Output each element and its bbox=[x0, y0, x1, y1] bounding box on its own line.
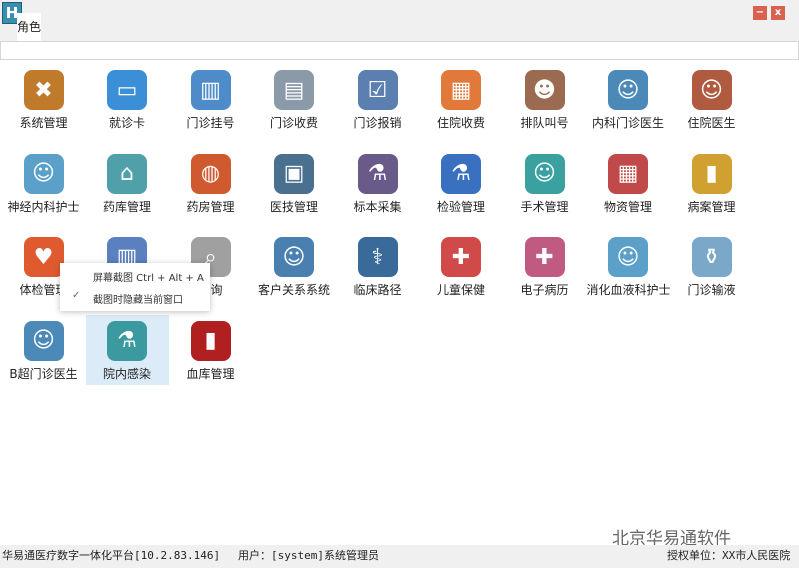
doctor-icon: ☺ bbox=[691, 70, 732, 110]
module-label: 标本采集 bbox=[353, 199, 402, 214]
module-item[interactable]: ✖ 系统管理 bbox=[2, 64, 85, 134]
module-label: 系统管理 bbox=[19, 116, 68, 130]
medical-record-icon: ✚ bbox=[524, 237, 565, 277]
doctor-icon: ☺ bbox=[23, 320, 64, 361]
module-label: 院内感染 bbox=[102, 366, 151, 381]
module-label: 消化血液科护士 bbox=[586, 283, 671, 297]
xray-icon: ▣ bbox=[274, 153, 314, 194]
menu-item-hide-window[interactable]: 截图时隐藏当前窗口 bbox=[93, 291, 183, 306]
module-item[interactable]: ☺ 内科门诊医生 bbox=[587, 64, 670, 134]
microscope-icon: ⚗ bbox=[107, 320, 147, 361]
module-label: 临床路径 bbox=[353, 283, 402, 297]
module-item[interactable]: ⌂ 药库管理 bbox=[86, 148, 169, 218]
module-item[interactable]: ▤ 门诊收费 bbox=[253, 64, 336, 134]
context-menu: 屏幕截图 Ctrl + Alt + A ✓ 截图时隐藏当前窗口 bbox=[60, 263, 210, 311]
module-label: 住院收费 bbox=[436, 116, 485, 130]
module-label: 客户关系系统 bbox=[257, 283, 330, 297]
tools-icon: ✖ bbox=[23, 70, 64, 110]
module-label: 检验管理 bbox=[436, 199, 485, 214]
module-item[interactable]: ✚ 儿童保健 bbox=[420, 231, 503, 301]
mother-child-icon: ✚ bbox=[441, 237, 481, 277]
close-button[interactable]: x bbox=[771, 6, 785, 20]
module-item[interactable]: ☺ B超门诊医生 bbox=[2, 315, 85, 385]
module-item[interactable]: ▭ 就诊卡 bbox=[86, 64, 169, 134]
tab-role[interactable]: 角色 bbox=[17, 13, 41, 42]
clipboard-icon: ☑ bbox=[357, 70, 398, 110]
heart-monitor-icon: ♥ bbox=[23, 237, 64, 277]
blood-bag-icon: ▮ bbox=[190, 320, 231, 361]
module-item[interactable]: ☺ 神经内科护士 bbox=[2, 148, 85, 218]
module-label: 就诊卡 bbox=[108, 116, 145, 130]
surgeon-icon: ☺ bbox=[524, 153, 565, 194]
module-item[interactable]: ☺ 消化血液科护士 bbox=[586, 231, 671, 301]
module-item[interactable]: ☑ 门诊报销 bbox=[336, 64, 419, 134]
module-item[interactable]: ☺ 住院医生 bbox=[670, 64, 753, 134]
medicine-icon: ◍ bbox=[190, 153, 231, 194]
module-item[interactable]: ▥ 门诊挂号 bbox=[169, 64, 252, 134]
module-label: 电子病历 bbox=[520, 283, 569, 297]
module-label: 神经内科护士 bbox=[7, 199, 80, 214]
module-label: 门诊报销 bbox=[353, 116, 402, 130]
module-item[interactable]: ⚕ 临床路径 bbox=[336, 231, 419, 301]
module-item[interactable]: ⚗ 检验管理 bbox=[420, 148, 503, 218]
module-item[interactable]: ☺ 客户关系系统 bbox=[253, 231, 336, 301]
module-item[interactable]: ⚗ 标本采集 bbox=[336, 148, 419, 218]
module-item[interactable]: ▮ 病案管理 bbox=[670, 148, 753, 218]
check-icon: ✓ bbox=[72, 290, 81, 301]
iv-bag-icon: ⚱ bbox=[691, 237, 732, 277]
module-label: 排队叫号 bbox=[520, 116, 569, 130]
module-label: 门诊挂号 bbox=[186, 116, 235, 130]
people-icon: ☻ bbox=[524, 70, 565, 110]
module-label: 物资管理 bbox=[603, 199, 652, 214]
module-label: 儿童保健 bbox=[436, 283, 485, 297]
calendar-icon: ▦ bbox=[441, 70, 481, 110]
module-item[interactable]: ▮ 血库管理 bbox=[169, 315, 252, 385]
module-item[interactable]: ☺ 手术管理 bbox=[503, 148, 586, 218]
module-label: 医技管理 bbox=[269, 199, 318, 214]
module-label: 药库管理 bbox=[102, 199, 151, 214]
flask-icon: ⚗ bbox=[441, 153, 481, 194]
module-item[interactable]: ▦ 物资管理 bbox=[587, 148, 670, 218]
microscope-icon: ⚗ bbox=[357, 153, 398, 194]
module-label: 门诊收费 bbox=[269, 116, 318, 130]
user-info: 用户：[system]系统管理员 bbox=[238, 549, 379, 562]
module-item[interactable]: ⚱ 门诊输液 bbox=[670, 231, 753, 301]
org-info: 授权单位：XX市人民医院 bbox=[667, 549, 791, 562]
warehouse-icon: ⌂ bbox=[107, 153, 147, 194]
doctor-icon: ☺ bbox=[608, 70, 648, 110]
module-item[interactable]: ▦ 住院收费 bbox=[420, 64, 503, 134]
module-item[interactable]: ◍ 药房管理 bbox=[169, 148, 252, 218]
menu-item-screenshot[interactable]: 屏幕截图 Ctrl + Alt + A bbox=[93, 269, 204, 284]
module-label: 手术管理 bbox=[520, 199, 569, 214]
minimize-button[interactable]: − bbox=[753, 6, 767, 20]
status-bar: 华易通医疗数字一体化平台[10.2.83.146] 用户：[system]系统管… bbox=[0, 545, 799, 568]
module-label: 住院医生 bbox=[687, 116, 736, 130]
module-label: 门诊输液 bbox=[687, 283, 736, 297]
platform-info: 华易通医疗数字一体化平台[10.2.83.146] bbox=[2, 549, 221, 562]
module-item[interactable]: ▣ 医技管理 bbox=[253, 148, 336, 218]
stethoscope-icon: ⚕ bbox=[357, 237, 398, 277]
nurse-icon: ☺ bbox=[23, 153, 64, 194]
module-item[interactable]: ☻ 排队叫号 bbox=[503, 64, 586, 134]
module-label: B超门诊医生 bbox=[9, 366, 78, 381]
module-label: 药房管理 bbox=[186, 199, 235, 214]
cash-register-icon: ▤ bbox=[274, 70, 314, 110]
binders-icon: ▮ bbox=[691, 153, 732, 194]
nurse-icon: ☺ bbox=[608, 237, 648, 277]
boxes-icon: ▦ bbox=[608, 153, 648, 194]
title-bar: H 角色 − x bbox=[0, 0, 799, 42]
building-icon: ▥ bbox=[190, 70, 231, 110]
card-icon: ▭ bbox=[107, 70, 147, 110]
search-input[interactable] bbox=[0, 41, 799, 60]
module-label: 血库管理 bbox=[186, 366, 235, 381]
module-item[interactable]: ⚗ 院内感染 bbox=[85, 314, 169, 385]
module-label: 病案管理 bbox=[687, 199, 736, 214]
contact-card-icon: ☺ bbox=[274, 237, 314, 277]
module-item[interactable]: ✚ 电子病历 bbox=[503, 231, 586, 301]
module-label: 内科门诊医生 bbox=[591, 116, 664, 130]
